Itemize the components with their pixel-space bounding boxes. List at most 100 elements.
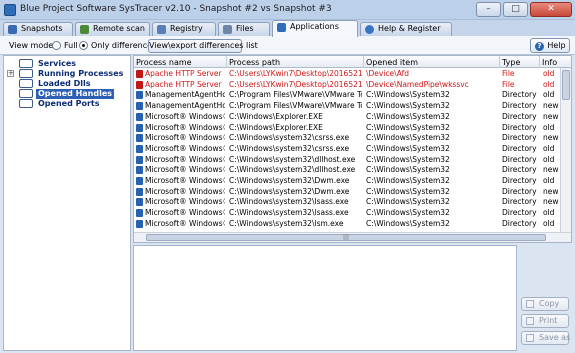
table-row[interactable]: Apache HTTP Server C:\Users\LYKwin7\Deskt… — [134, 69, 561, 80]
tab-applications[interactable]: Applications — [272, 20, 358, 37]
tab-help-register[interactable]: Help & Register — [360, 22, 452, 36]
cell-type: Directory — [502, 122, 537, 132]
tree-item[interactable]: + Running Processes — [7, 69, 127, 79]
tree-item[interactable]: Opened Handles — [7, 89, 127, 99]
tree-item[interactable]: Loaded Dlls — [7, 79, 127, 89]
tab-label: Registry — [170, 24, 203, 33]
cell-type: Directory — [502, 176, 537, 185]
maximize-button[interactable]: □ — [503, 2, 528, 17]
table-row[interactable]: Microsoft® Windows®... C:\Windows\system3… — [134, 176, 561, 187]
cell-info: old — [543, 69, 555, 78]
cell-item: C:\Windows\System32 — [366, 90, 450, 100]
cell-type: Directory — [502, 90, 537, 100]
table-row[interactable]: Apache HTTP Server C:\Users\LYKwin7\Deskt… — [134, 80, 561, 91]
table-header: Process name Process path Opened item Ty… — [134, 56, 571, 68]
tab-label: Help & Register — [378, 24, 441, 33]
cell-name: Microsoft® Windows®... — [145, 122, 225, 132]
cell-path: C:\Windows\system32\Dwm.exe — [229, 186, 350, 196]
app-logo-icon — [4, 4, 16, 16]
registry-icon — [157, 25, 166, 34]
expand-icon[interactable]: + — [7, 70, 14, 77]
table-row[interactable]: Microsoft® Windows®... C:\Windows\Explore… — [134, 123, 561, 134]
tree-item[interactable]: Opened Ports — [7, 99, 127, 109]
table-row[interactable]: ManagementAgentHost... C:\Program Files\V… — [134, 90, 561, 101]
save-as-button[interactable]: Save as — [521, 331, 570, 345]
column-header-info[interactable]: Info — [540, 58, 557, 68]
title-bar: Blue Project Software SysTracer v2.10 - … — [0, 0, 575, 20]
cell-item: \Device\Afd — [366, 69, 409, 78]
tab-remote-scan[interactable]: Remote scan — [75, 22, 150, 36]
table-row[interactable]: Microsoft® Windows®... C:\Windows\system3… — [134, 155, 561, 166]
tab-label: Applications — [290, 22, 339, 31]
horizontal-scrollbar[interactable]: ||| — [134, 232, 571, 242]
cell-path: C:\Windows\Explorer.EXE — [229, 122, 323, 132]
table-row[interactable]: Microsoft® Windows®... C:\Windows\system3… — [134, 165, 561, 176]
application-icon — [136, 91, 143, 100]
only-differences-radio[interactable] — [79, 41, 88, 50]
cell-type: Directory — [502, 186, 537, 196]
column-header-opened-item[interactable]: Opened item — [364, 58, 418, 68]
cell-type: File — [502, 79, 515, 89]
application-icon — [136, 112, 143, 121]
cell-info: old — [543, 122, 555, 132]
export-differences-button[interactable]: View\export differences list — [148, 39, 258, 53]
table-row[interactable]: Microsoft® Windows®... C:\Windows\system3… — [134, 208, 561, 219]
cell-name: Microsoft® Windows®... — [145, 133, 225, 143]
cell-info: old — [543, 176, 555, 185]
column-header-type[interactable]: Type — [500, 58, 520, 68]
print-label: Print — [539, 316, 558, 325]
folder-icon — [19, 89, 33, 98]
column-header-process-name[interactable]: Process name — [134, 58, 192, 68]
application-icon — [136, 134, 143, 143]
folder-icon — [19, 79, 33, 88]
cell-path: C:\Users\LYKwin7\Desktop\20165210-jk... — [229, 79, 362, 89]
table-row[interactable]: Microsoft® Windows®... C:\Windows\Explore… — [134, 112, 561, 123]
table-row[interactable]: Microsoft® Windows®... C:\Windows\system3… — [134, 144, 561, 155]
horizontal-scroll-thumb[interactable]: ||| — [146, 234, 546, 241]
tree-item[interactable]: Services — [7, 59, 127, 69]
table-row[interactable]: Microsoft® Windows®... C:\Windows\system3… — [134, 187, 561, 198]
tree-item-label: Services — [38, 59, 77, 68]
table-row[interactable]: ManagementAgentHost... C:\Program Files\V… — [134, 101, 561, 112]
cell-item: C:\Windows\System32 — [366, 111, 450, 121]
cell-path: C:\Windows\system32\lsm.exe — [229, 218, 344, 228]
application-icon — [136, 102, 143, 111]
minimize-button[interactable]: – — [476, 2, 501, 17]
tab-files[interactable]: Files — [218, 22, 270, 36]
cell-path: C:\Program Files\VMware\VMware Tools... — [229, 101, 362, 111]
cell-item: C:\Windows\System32 — [366, 143, 450, 153]
cell-item: C:\Windows\System32 — [366, 154, 450, 164]
cell-type: Directory — [502, 143, 537, 153]
full-radio[interactable] — [52, 41, 61, 50]
cell-name: Microsoft® Windows®... — [145, 165, 225, 175]
tab-label: Files — [236, 24, 254, 33]
cell-path: C:\Windows\system32\dllhost.exe — [229, 165, 356, 175]
tab-snapshots[interactable]: Snapshots — [3, 22, 73, 36]
table-row[interactable]: Microsoft® Windows®... C:\Windows\system3… — [134, 133, 561, 144]
help-button[interactable]: ? Help — [530, 38, 570, 53]
table-row[interactable]: Microsoft® Windows®... C:\Windows\system3… — [134, 219, 561, 230]
copy-icon — [526, 300, 534, 308]
vertical-scrollbar[interactable] — [560, 68, 571, 234]
cell-name: Microsoft® Windows®... — [145, 186, 225, 196]
copy-label: Copy — [539, 299, 560, 308]
cell-info: old — [543, 79, 555, 89]
tab-label: Remote scan — [93, 24, 145, 33]
cell-name: Microsoft® Windows®... — [145, 208, 225, 218]
column-header-process-path[interactable]: Process path — [227, 58, 280, 68]
cell-type: Directory — [502, 165, 537, 175]
cell-type: Directory — [502, 197, 537, 207]
tab-registry[interactable]: Registry — [152, 22, 216, 36]
cell-info: new — [543, 111, 559, 121]
vertical-scroll-thumb[interactable] — [562, 70, 570, 100]
application-icon — [136, 177, 143, 185]
applications-icon — [277, 23, 286, 32]
table-row[interactable]: Microsoft® Windows®... C:\Windows\system3… — [134, 197, 561, 208]
print-button[interactable]: Print — [521, 314, 569, 328]
close-button[interactable]: ✕ — [530, 2, 572, 17]
application-icon — [136, 219, 143, 228]
cell-item: C:\Windows\System32 — [366, 208, 450, 218]
application-icon — [136, 155, 143, 164]
copy-button[interactable]: Copy — [521, 297, 569, 311]
cell-info: old — [543, 154, 555, 164]
